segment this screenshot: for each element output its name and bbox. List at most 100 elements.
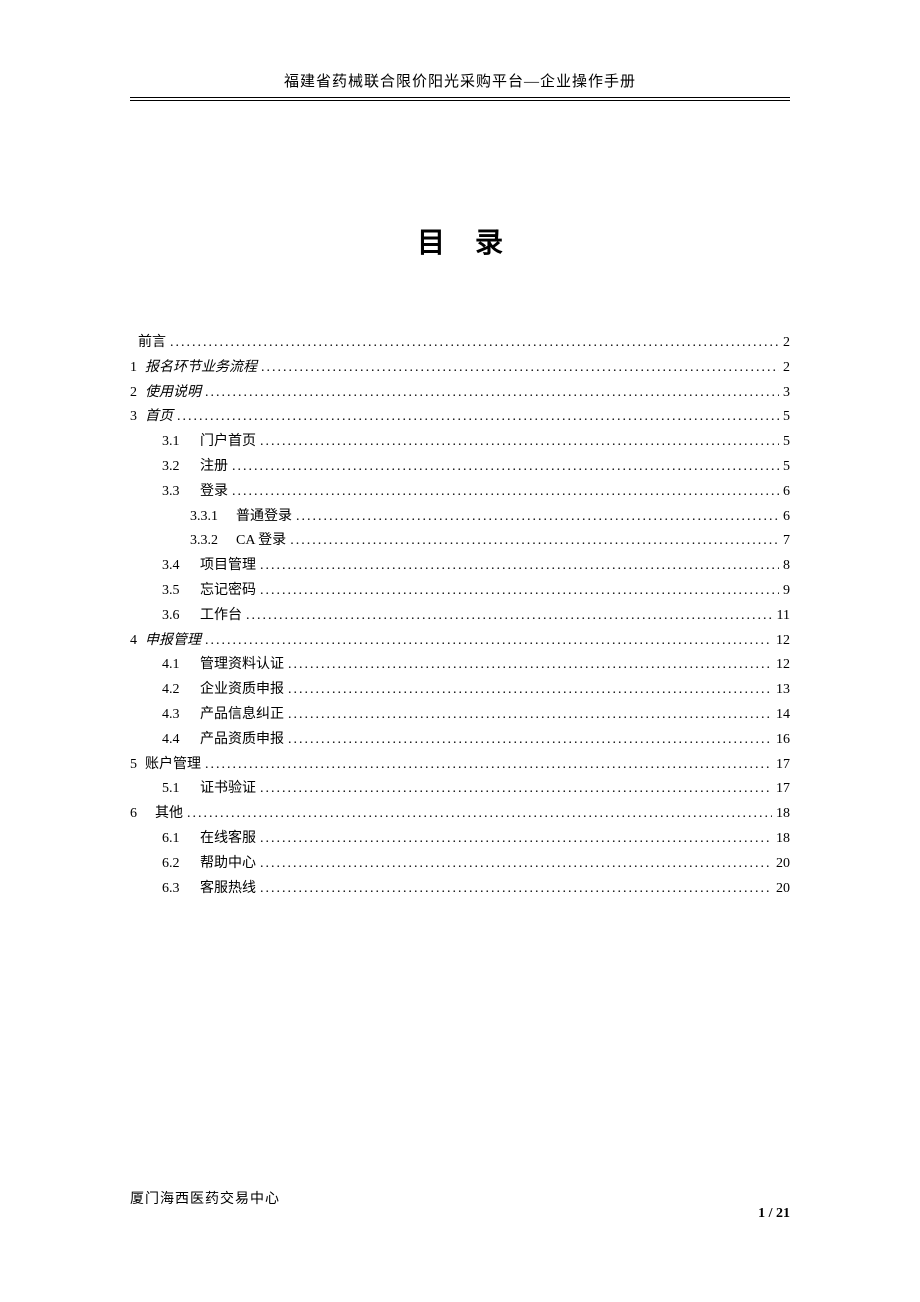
toc-leader-dots [232, 480, 779, 504]
toc-entry[interactable]: 4.2企业资质申报13 [130, 678, 790, 702]
footer-org: 厦门海西医药交易中心 [130, 1188, 280, 1208]
toc-leader-dots [288, 728, 772, 752]
header-rule [130, 100, 790, 101]
toc-entry-label: 企业资质申报 [200, 678, 284, 702]
toc-leader-dots [205, 753, 772, 777]
toc-entry[interactable]: 前言 2 [130, 331, 790, 355]
toc-entry-page: 17 [776, 777, 790, 801]
document-page: 福建省药械联合限价阳光采购平台—企业操作手册 目录 前言21报名环节业务流程22… [0, 0, 920, 1302]
toc-entry-page: 14 [776, 703, 790, 727]
toc-entry[interactable]: 6.3 客服热线 20 [130, 877, 790, 901]
toc-leader-dots [187, 802, 772, 826]
toc-entry-label: 账户管理 [145, 753, 201, 777]
toc-title: 目录 [130, 221, 790, 261]
toc-entry-label: 报名环节业务流程 [145, 356, 257, 380]
toc-entry[interactable]: 3.3 登录 6 [130, 480, 790, 504]
toc-entry-page: 2 [783, 331, 790, 355]
toc-entry-number: 3 [130, 405, 137, 429]
toc-entry-label: 登录 [200, 480, 228, 504]
toc-leader-dots [288, 653, 772, 677]
toc-entry-label: 首页 [145, 405, 173, 429]
toc-entry-label: 客服热线 [200, 877, 256, 901]
toc-entry[interactable]: 6.2 帮助中心 20 [130, 852, 790, 876]
toc-entry-page: 5 [783, 405, 790, 429]
toc-entry-number: 3.4 [162, 554, 192, 578]
toc-entry[interactable]: 3 首页 5 [130, 405, 790, 429]
toc-entry[interactable]: 3.5忘记密码9 [130, 579, 790, 603]
page-footer: 厦门海西医药交易中心 1 / 21 [130, 1188, 790, 1222]
toc-entry-page: 17 [776, 753, 790, 777]
toc-entry-label: 产品信息纠正 [200, 703, 284, 727]
toc-leader-dots [260, 579, 779, 603]
toc-entry-label: 帮助中心 [200, 852, 256, 876]
toc-entry-number: 3.6 [162, 604, 192, 628]
toc-entry-label: 在线客服 [200, 827, 256, 851]
toc-entry-page: 7 [783, 529, 790, 553]
toc-entry-number: 3.3.1 [190, 505, 228, 529]
toc-entry-page: 5 [783, 455, 790, 479]
toc-entry[interactable]: 4.4产品资质申报16 [130, 728, 790, 752]
toc-leader-dots [246, 604, 773, 628]
toc-entry[interactable]: 3.4项目管理8 [130, 554, 790, 578]
toc-entry-number: 4.4 [162, 728, 192, 752]
toc-entry-label: 申报管理 [145, 629, 201, 653]
toc-leader-dots [296, 505, 779, 529]
toc-entry-number: 3.3.2 [190, 529, 228, 553]
toc-entry[interactable]: 2使用说明3 [130, 381, 790, 405]
toc-leader-dots [170, 331, 779, 355]
toc-leader-dots [261, 356, 779, 380]
toc-leader-dots [288, 703, 772, 727]
toc-entry-page: 18 [776, 827, 790, 851]
toc-entry-page: 6 [783, 505, 790, 529]
toc-entry[interactable]: 3.3.2 CA 登录 7 [130, 529, 790, 553]
toc-entry-number: 1 [130, 356, 137, 380]
toc-entry-number: 3.1 [162, 430, 192, 454]
toc-entry[interactable]: 4申报管理12 [130, 629, 790, 653]
toc-entry[interactable]: 4.3 产品信息纠正 14 [130, 703, 790, 727]
toc-entry[interactable]: 3.1 门户首页 5 [130, 430, 790, 454]
toc-entry-label: 使用说明 [145, 381, 201, 405]
toc-leader-dots [205, 381, 779, 405]
toc-entry[interactable]: 6.1 在线客服 18 [130, 827, 790, 851]
toc-entry-page: 18 [776, 802, 790, 826]
toc-entry-label: 项目管理 [200, 554, 256, 578]
toc-leader-dots [288, 678, 772, 702]
toc-entry-number: 3.3 [162, 480, 192, 504]
toc-entry-label: 门户首页 [200, 430, 256, 454]
toc-entry[interactable]: 3.2注册5 [130, 455, 790, 479]
toc-leader-dots [177, 405, 779, 429]
toc-leader-dots [260, 877, 772, 901]
toc-entry-number: 3.2 [162, 455, 192, 479]
toc-entry[interactable]: 3.6 工作台 11 [130, 604, 790, 628]
toc-entry-label: CA 登录 [236, 529, 286, 553]
toc-entry-label: 产品资质申报 [200, 728, 284, 752]
toc-entry-number: 6.1 [162, 827, 192, 851]
toc-entry-page: 5 [783, 430, 790, 454]
toc-entry-number: 6.3 [162, 877, 192, 901]
toc-entry-number: 4.3 [162, 703, 192, 727]
toc-entry-page: 2 [783, 356, 790, 380]
toc-entry-number: 4 [130, 629, 137, 653]
toc-entry-page: 11 [777, 604, 790, 628]
toc-entry-page: 6 [783, 480, 790, 504]
toc-entry-page: 20 [776, 877, 790, 901]
page-header: 福建省药械联合限价阳光采购平台—企业操作手册 [130, 70, 790, 98]
toc-entry-label: 工作台 [200, 604, 242, 628]
toc-entry-number: 5.1 [162, 777, 192, 801]
toc-leader-dots [260, 852, 772, 876]
toc-entry-label: 前言 [138, 331, 166, 355]
toc-leader-dots [260, 430, 779, 454]
toc-entry[interactable]: 5账户管理17 [130, 753, 790, 777]
toc-entry[interactable]: 3.3.1普通登录6 [130, 505, 790, 529]
table-of-contents: 前言21报名环节业务流程22使用说明33首页53.1门户首页53.2注册53.3… [130, 331, 790, 900]
toc-entry[interactable]: 4.1管理资料认证12 [130, 653, 790, 677]
toc-entry-number: 4.1 [162, 653, 192, 677]
toc-entry-label: 忘记密码 [200, 579, 256, 603]
toc-entry[interactable]: 1 报名环节业务流程 2 [130, 356, 790, 380]
toc-entry[interactable]: 5.1证书验证17 [130, 777, 790, 801]
toc-entry[interactable]: 6其他18 [130, 802, 790, 826]
toc-leader-dots [205, 629, 772, 653]
toc-entry-number: 6.2 [162, 852, 192, 876]
toc-entry-number: 4.2 [162, 678, 192, 702]
toc-entry-page: 20 [776, 852, 790, 876]
